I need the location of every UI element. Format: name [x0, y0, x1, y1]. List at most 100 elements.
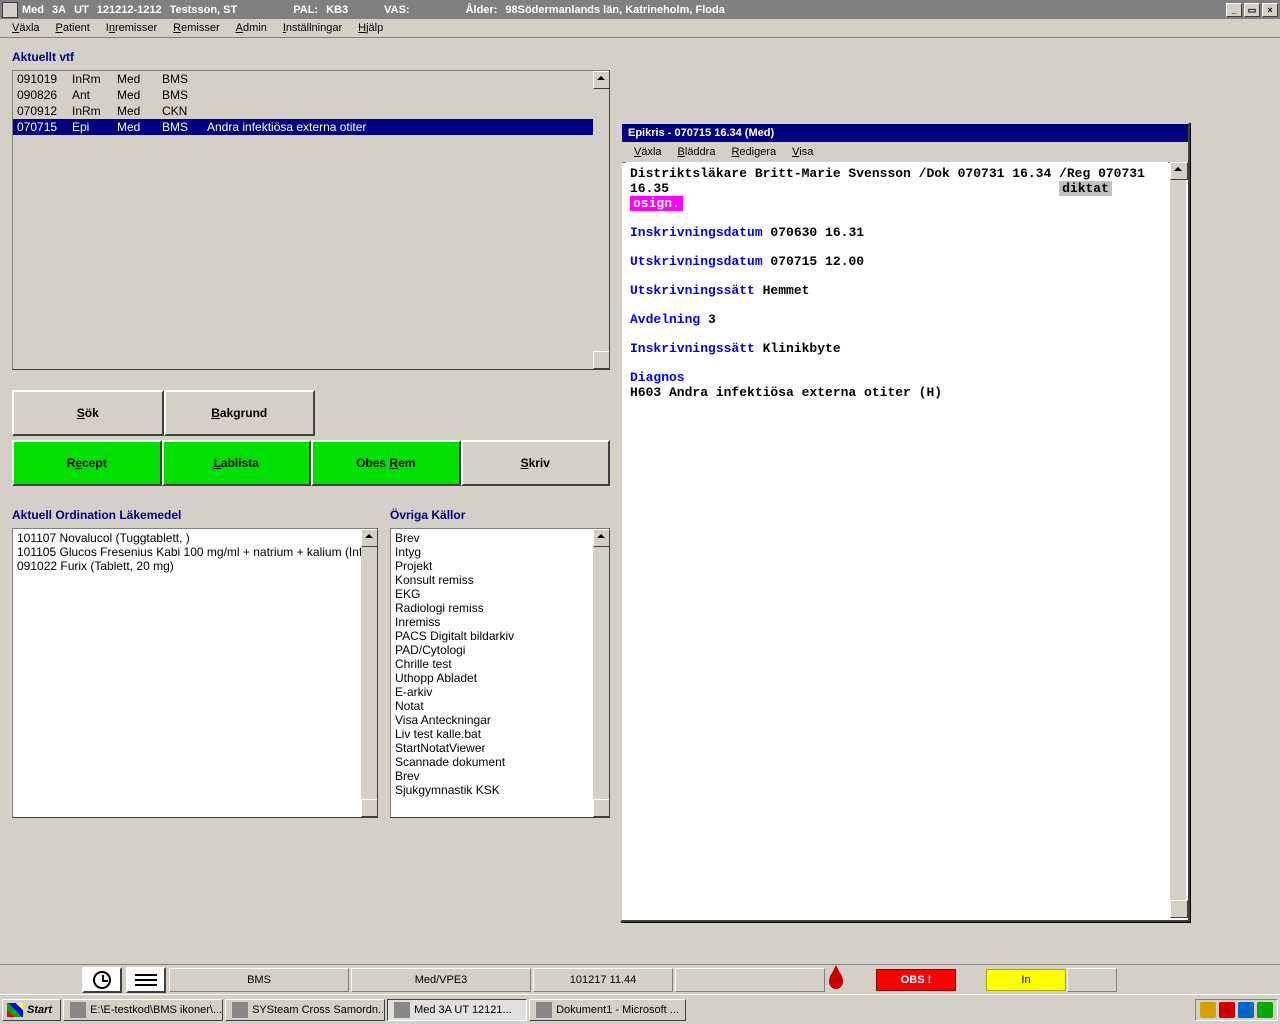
source-row[interactable]: Konsult remiss [391, 573, 593, 587]
source-row[interactable]: Brev [391, 531, 593, 545]
ordination-title: Aktuell Ordination Läkemedel [12, 508, 378, 522]
source-row[interactable]: Chrille test [391, 657, 593, 671]
ordination-row[interactable]: 091022 Furix (Tablett, 20 mg) [13, 559, 361, 573]
tray-icon[interactable] [1257, 1002, 1273, 1018]
status-diktat: diktat [1059, 181, 1112, 196]
source-row[interactable]: Inremiss [391, 615, 593, 629]
vtf-row[interactable]: 091019InRmMedBMS [13, 71, 593, 87]
epikris-field: Avdelning 3 [630, 312, 1164, 327]
menu-remisser[interactable]: Remisser [165, 20, 227, 36]
titlebar: Med 3A UT 121212-1212 Testsson, ST PAL: … [0, 0, 1280, 19]
menu-patient[interactable]: Patient [48, 20, 98, 36]
source-row[interactable]: Radiologi remiss [391, 601, 593, 615]
epikris-field: Inskrivningssätt Klinikbyte [630, 341, 1164, 356]
source-row[interactable]: Scannade dokument [391, 755, 593, 769]
title-name: Testsson, ST [170, 4, 238, 16]
in-button[interactable]: In [986, 969, 1066, 991]
menu-admin[interactable]: Admin [228, 20, 275, 36]
ep-header: Distriktsläkare Britt-Marie Svensson /Do… [630, 166, 1164, 211]
scrollbar[interactable] [593, 71, 609, 369]
source-row[interactable]: E-arkiv [391, 685, 593, 699]
diagnos-label: Diagnos [630, 370, 685, 385]
status-datetime: 101217 11.44 [533, 968, 673, 992]
bakgrund-button[interactable]: Bakgrund [164, 390, 316, 436]
task-icon [70, 1002, 86, 1018]
blood-drop-icon [826, 971, 846, 989]
source-row[interactable]: EKG [391, 587, 593, 601]
title-ward: 3A [52, 4, 66, 16]
epikris-menubar: Växla Bläddra Redigera Visa [622, 142, 1188, 163]
menu-inremisser[interactable]: Inremisser [98, 20, 165, 36]
epikris-body: Distriktsläkare Britt-Marie Svensson /Do… [626, 162, 1168, 916]
clock-icon[interactable] [82, 967, 122, 993]
status-medvpe: Med/VPE3 [351, 968, 531, 992]
ordination-listbox[interactable]: 101107 Novalucol (Tuggtablett, )101105 G… [12, 528, 378, 818]
minimize-button[interactable]: _ [1226, 3, 1242, 17]
task-icon [394, 1002, 410, 1018]
ep-menu-redigera[interactable]: Redigera [723, 144, 784, 160]
system-tray[interactable] [1195, 999, 1278, 1021]
ep-menu-vaxla[interactable]: Växla [626, 144, 670, 160]
menubar: Växla Patient Inremisser Remisser Admin … [0, 19, 1280, 38]
skriv-button[interactable]: Skriv [461, 440, 611, 486]
diagnos-value: H603 Andra infektiösa externa otiter (H) [630, 385, 942, 400]
taskbar-item[interactable]: Med 3A UT 12121... [387, 999, 527, 1021]
vtf-row[interactable]: 070912InRmMedCKN [13, 103, 593, 119]
source-row[interactable]: Notat [391, 699, 593, 713]
vtf-row[interactable]: 070715EpiMedBMSAndra infektiösa externa … [13, 119, 593, 135]
epikris-field: Utskrivningssätt Hemmet [630, 283, 1164, 298]
age-label: Ålder: [466, 4, 498, 16]
menu-installningar[interactable]: Inställningar [275, 20, 350, 36]
vtf-title: Aktuellt vtf [12, 50, 1268, 64]
title-ut: UT [74, 4, 89, 16]
taskbar-item[interactable]: E:\E-testkod\BMS ikoner\... [63, 999, 223, 1021]
recept-button[interactable]: Recept [12, 440, 162, 486]
epikris-title: Epikris - 070715 16.34 (Med) [622, 124, 1188, 142]
source-row[interactable]: Intyg [391, 545, 593, 559]
source-row[interactable]: Projekt [391, 559, 593, 573]
epikris-field: Inskrivningsdatum 070630 16.31 [630, 225, 1164, 240]
status-bms: BMS [169, 968, 349, 992]
source-row[interactable]: Visa Anteckningar [391, 713, 593, 727]
vtf-row[interactable]: 090826AntMedBMS [13, 87, 593, 103]
lablista-button[interactable]: Lablista [162, 440, 312, 486]
source-row[interactable]: Liv test kalle.bat [391, 727, 593, 741]
scrollbar[interactable] [361, 529, 377, 817]
scrollbar[interactable] [1170, 162, 1186, 918]
sources-listbox[interactable]: BrevIntygProjektKonsult remissEKGRadiolo… [390, 528, 610, 818]
ep-menu-visa[interactable]: Visa [784, 144, 821, 160]
source-row[interactable]: StartNotatViewer [391, 741, 593, 755]
source-row[interactable]: PACS Digitalt bildarkiv [391, 629, 593, 643]
epikris-field: Utskrivningsdatum 070715 12.00 [630, 254, 1164, 269]
menu-vaxla[interactable]: Växla [4, 20, 48, 36]
tray-icon[interactable] [1200, 1002, 1216, 1018]
sok-button[interactable]: Sök [12, 390, 164, 436]
tray-icon[interactable] [1238, 1002, 1254, 1018]
ordination-row[interactable]: 101105 Glucos Fresenius Kabi 100 mg/ml +… [13, 545, 361, 559]
tray-icon[interactable] [1219, 1002, 1235, 1018]
ordination-row[interactable]: 101107 Novalucol (Tuggtablett, ) [13, 531, 361, 545]
windows-flag-icon [7, 1003, 23, 1017]
taskbar: Start E:\E-testkod\BMS ikoner\...SYSteam… [0, 994, 1280, 1024]
source-row[interactable]: Sjukgymnastik KSK [391, 783, 593, 797]
title-ssn: 121212-1212 [97, 4, 162, 16]
source-row[interactable]: Brev [391, 769, 593, 783]
close-button[interactable]: × [1262, 3, 1278, 17]
taskbar-item[interactable]: Dokument1 - Microsoft ... [529, 999, 686, 1021]
maximize-button[interactable]: ▭ [1244, 3, 1260, 17]
menu-hjalp[interactable]: Hjälp [350, 20, 391, 36]
source-row[interactable]: PAD/Cytologi [391, 643, 593, 657]
ep-menu-bladdra[interactable]: Bläddra [670, 144, 724, 160]
obs-button[interactable]: OBS ! [876, 969, 956, 991]
sources-title: Övriga Källor [390, 508, 610, 522]
status-osign: osign. [630, 196, 683, 211]
scrollbar[interactable] [593, 529, 609, 817]
lines-icon[interactable] [126, 967, 166, 993]
start-button[interactable]: Start [2, 999, 61, 1021]
source-row[interactable]: Uthopp Abladet [391, 671, 593, 685]
vas-label: VAS: [384, 4, 409, 16]
taskbar-item[interactable]: SYSteam Cross Samordn... [225, 999, 385, 1021]
obesrem-button[interactable]: Obes Rem [311, 440, 461, 486]
vtf-listbox[interactable]: 091019InRmMedBMS090826AntMedBMS070912InR… [12, 70, 610, 370]
pal-value: KB3 [326, 4, 348, 16]
